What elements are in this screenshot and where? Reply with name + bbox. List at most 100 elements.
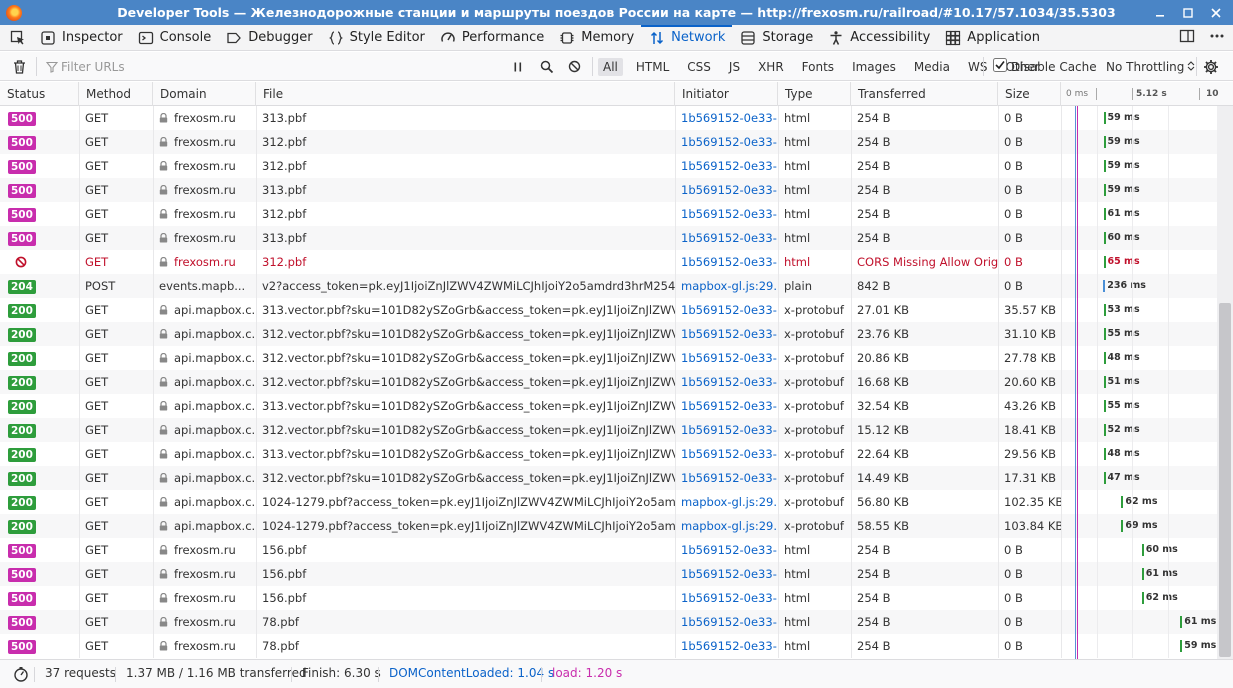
column-header-initiator[interactable]: Initiator <box>675 82 778 106</box>
column-header-transferred[interactable]: Transferred <box>851 82 998 106</box>
cell-initiator[interactable]: 1b569152-0e33-... <box>675 250 778 274</box>
tab-style-editor[interactable]: Style Editor <box>320 25 432 51</box>
request-row[interactable]: 500 GET frexosm.ru 313.pbf 1b569152-0e33-...… <box>0 226 1217 250</box>
settings-gear-icon[interactable] <box>1203 52 1219 81</box>
minimize-icon[interactable] <box>1151 4 1169 22</box>
column-header-size[interactable]: Size <box>998 82 1061 106</box>
cell-initiator[interactable]: 1b569152-0e33-... <box>675 394 778 418</box>
cell-initiator[interactable]: 1b569152-0e33-... <box>675 202 778 226</box>
request-row[interactable]: 500 GET frexosm.ru 78.pbf 1b569152-0e33-... h… <box>0 610 1217 634</box>
tab-inspector[interactable]: Inspector <box>32 25 130 51</box>
request-row[interactable]: 500 GET frexosm.ru 78.pbf 1b569152-0e33-... h… <box>0 634 1217 658</box>
vertical-scrollbar[interactable] <box>1217 106 1233 659</box>
request-row[interactable]: 200 GET api.mapbox.c... 1024-1279.pbf?acces… <box>0 514 1217 538</box>
filter-type-js[interactable]: JS <box>724 58 745 76</box>
cell-initiator[interactable]: mapbox-gl.js:29... <box>675 274 778 298</box>
filter-urls-input[interactable] <box>61 59 501 74</box>
column-header-method[interactable]: Method <box>79 82 153 106</box>
column-header-file[interactable]: File <box>256 82 675 106</box>
filter-type-ws[interactable]: WS <box>963 58 992 76</box>
request-row[interactable]: 200 GET api.mapbox.c... 312.vector.pbf?sku=… <box>0 346 1217 370</box>
cell-initiator[interactable]: 1b569152-0e33-... <box>675 346 778 370</box>
tab-label: Performance <box>461 30 545 45</box>
cell-initiator[interactable]: mapbox-gl.js:29... <box>675 514 778 538</box>
tab-console[interactable]: Console <box>130 25 219 51</box>
cell-initiator[interactable]: 1b569152-0e33-... <box>675 418 778 442</box>
tab-storage[interactable]: Storage <box>732 25 820 51</box>
domain-text: frexosm.ru <box>174 183 236 197</box>
cell-initiator[interactable]: 1b569152-0e33-... <box>675 154 778 178</box>
cell-initiator[interactable]: 1b569152-0e33-... <box>675 442 778 466</box>
filter-type-xhr[interactable]: XHR <box>753 58 789 76</box>
filter-type-all[interactable]: All <box>598 57 623 76</box>
request-row[interactable]: 500 GET frexosm.ru 312.pbf 1b569152-0e33-...… <box>0 202 1217 226</box>
request-row[interactable]: 500 GET frexosm.ru 312.pbf 1b569152-0e33-...… <box>0 154 1217 178</box>
scrollbar-thumb[interactable] <box>1219 303 1231 657</box>
request-row[interactable]: 500 GET frexosm.ru 156.pbf 1b569152-0e33-...… <box>0 586 1217 610</box>
filter-type-css[interactable]: CSS <box>682 58 716 76</box>
maximize-icon[interactable] <box>1179 4 1197 22</box>
request-row[interactable]: 500 GET frexosm.ru 156.pbf 1b569152-0e33-...… <box>0 562 1217 586</box>
cell-initiator[interactable]: 1b569152-0e33-... <box>675 106 778 130</box>
request-row[interactable]: 200 GET api.mapbox.c... 313.vector.pbf?sku=… <box>0 442 1217 466</box>
performance-analysis-icon[interactable] <box>13 661 29 688</box>
filter-type-html[interactable]: HTML <box>631 58 674 76</box>
request-row[interactable]: 500 GET frexosm.ru 312.pbf 1b569152-0e33-...… <box>0 130 1217 154</box>
cell-transferred: 23.76 KB <box>857 327 910 341</box>
column-header-domain[interactable]: Domain <box>153 82 256 106</box>
disable-cache-checkbox[interactable]: Disable Cache <box>993 52 1097 81</box>
request-row[interactable]: 200 GET api.mapbox.c... 312.vector.pbf?sku=… <box>0 418 1217 442</box>
request-row[interactable]: 200 GET api.mapbox.c... 1024-1279.pbf?acces… <box>0 490 1217 514</box>
cell-initiator[interactable]: 1b569152-0e33-... <box>675 586 778 610</box>
cell-initiator[interactable]: 1b569152-0e33-... <box>675 610 778 634</box>
column-divider <box>1168 538 1169 562</box>
tab-network[interactable]: Network <box>641 24 733 51</box>
element-picker-icon[interactable] <box>0 25 32 51</box>
request-row[interactable]: 200 GET api.mapbox.c... 312.vector.pbf?sku=… <box>0 370 1217 394</box>
request-row[interactable]: 500 GET frexosm.ru 313.pbf 1b569152-0e33-...… <box>0 178 1217 202</box>
cell-initiator[interactable]: 1b569152-0e33-... <box>675 466 778 490</box>
column-divider <box>778 298 779 322</box>
throttling-select[interactable]: No Throttling <box>1106 52 1195 81</box>
cell-initiator[interactable]: 1b569152-0e33-... <box>675 178 778 202</box>
dock-side-icon[interactable] <box>1179 28 1195 48</box>
filter-type-media[interactable]: Media <box>909 58 955 76</box>
clear-requests-icon[interactable] <box>12 52 27 81</box>
request-row[interactable]: 200 GET api.mapbox.c... 313.vector.pbf?sku=… <box>0 298 1217 322</box>
request-row[interactable]: 200 GET api.mapbox.c... 312.vector.pbf?sku=… <box>0 466 1217 490</box>
column-header-type[interactable]: Type <box>778 82 851 106</box>
cell-initiator[interactable]: 1b569152-0e33-... <box>675 130 778 154</box>
tab-debugger[interactable]: Debugger <box>218 25 319 51</box>
tab-accessibility[interactable]: Accessibility <box>820 25 937 51</box>
request-row[interactable]: 200 GET api.mapbox.c... 312.vector.pbf?sku=… <box>0 322 1217 346</box>
cell-initiator[interactable]: 1b569152-0e33-... <box>675 298 778 322</box>
close-icon[interactable] <box>1207 4 1225 22</box>
cell-initiator[interactable]: mapbox-gl.js:29... <box>675 490 778 514</box>
request-row[interactable]: 200 GET api.mapbox.c... 313.vector.pbf?sku=… <box>0 394 1217 418</box>
request-row[interactable]: 204 POST events.mapb... v2?access_token=pk.… <box>0 274 1217 298</box>
tab-performance[interactable]: Performance <box>432 25 551 51</box>
cell-initiator[interactable]: 1b569152-0e33-... <box>675 322 778 346</box>
cell-initiator[interactable]: 1b569152-0e33-... <box>675 370 778 394</box>
column-header-status[interactable]: Status <box>0 82 79 106</box>
cell-initiator[interactable]: 1b569152-0e33-... <box>675 634 778 658</box>
search-icon[interactable] <box>540 52 554 81</box>
cell-transferred: 254 B <box>857 207 891 221</box>
tab-application[interactable]: Application <box>937 25 1047 51</box>
pause-recording-icon[interactable] <box>512 52 524 81</box>
column-header-waterfall[interactable]: 0 ms 5.12 s 10 <box>1061 82 1233 106</box>
tab-memory[interactable]: Memory <box>551 25 641 51</box>
request-row[interactable]: 500 GET frexosm.ru 313.pbf 1b569152-0e33-...… <box>0 106 1217 130</box>
filter-type-fonts[interactable]: Fonts <box>797 58 839 76</box>
cell-initiator[interactable]: 1b569152-0e33-... <box>675 226 778 250</box>
request-row[interactable]: GET frexosm.ru 312.pbf 1b569152-0e33-... htm… <box>0 250 1217 274</box>
more-options-icon[interactable] <box>1209 28 1225 48</box>
cell-initiator[interactable]: 1b569152-0e33-... <box>675 538 778 562</box>
waterfall-bar <box>1103 376 1106 388</box>
cell-initiator[interactable]: 1b569152-0e33-... <box>675 562 778 586</box>
block-url-icon[interactable] <box>568 52 581 81</box>
checkbox-checked-icon[interactable] <box>993 58 1007 75</box>
filter-type-images[interactable]: Images <box>847 58 901 76</box>
load-marker <box>1077 106 1078 659</box>
request-row[interactable]: 500 GET frexosm.ru 156.pbf 1b569152-0e33-...… <box>0 538 1217 562</box>
